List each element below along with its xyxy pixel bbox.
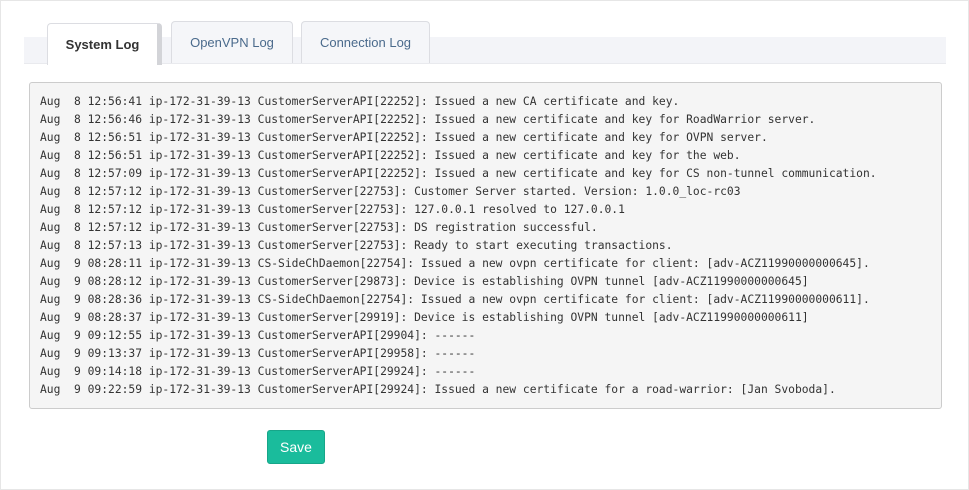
- log-line: Aug 8 12:57:12 ip-172-31-39-13 CustomerS…: [40, 221, 598, 234]
- tab-openvpn-log[interactable]: OpenVPN Log: [171, 21, 293, 63]
- log-line: Aug 9 09:22:59 ip-172-31-39-13 CustomerS…: [40, 383, 836, 396]
- log-line: Aug 8 12:57:12 ip-172-31-39-13 CustomerS…: [40, 185, 741, 198]
- log-line: Aug 9 09:13:37 ip-172-31-39-13 CustomerS…: [40, 347, 476, 360]
- log-line: Aug 8 12:56:51 ip-172-31-39-13 CustomerS…: [40, 131, 768, 144]
- log-line: Aug 8 12:56:41 ip-172-31-39-13 CustomerS…: [40, 95, 680, 108]
- log-line: Aug 8 12:56:51 ip-172-31-39-13 CustomerS…: [40, 149, 741, 162]
- log-line: Aug 9 08:28:36 ip-172-31-39-13 CS-SideCh…: [40, 293, 870, 306]
- log-line: Aug 9 08:28:37 ip-172-31-39-13 CustomerS…: [40, 311, 809, 324]
- log-line: Aug 8 12:57:09 ip-172-31-39-13 CustomerS…: [40, 167, 877, 180]
- save-button[interactable]: Save: [267, 430, 325, 464]
- tab-system-log[interactable]: System Log: [47, 23, 162, 65]
- tab-connection-log[interactable]: Connection Log: [301, 21, 430, 63]
- log-panel: System Log OpenVPN Log Connection Log Au…: [0, 0, 969, 490]
- log-output[interactable]: Aug 8 12:56:41 ip-172-31-39-13 CustomerS…: [29, 82, 942, 409]
- tab-bar: [24, 37, 946, 64]
- log-line: Aug 8 12:56:46 ip-172-31-39-13 CustomerS…: [40, 113, 816, 126]
- log-line: Aug 9 09:14:18 ip-172-31-39-13 CustomerS…: [40, 365, 476, 378]
- log-line: Aug 9 08:28:11 ip-172-31-39-13 CS-SideCh…: [40, 257, 870, 270]
- log-line: Aug 8 12:57:12 ip-172-31-39-13 CustomerS…: [40, 203, 625, 216]
- log-line: Aug 9 08:28:12 ip-172-31-39-13 CustomerS…: [40, 275, 809, 288]
- log-line: Aug 8 12:57:13 ip-172-31-39-13 CustomerS…: [40, 239, 673, 252]
- log-line: Aug 9 09:12:55 ip-172-31-39-13 CustomerS…: [40, 329, 476, 342]
